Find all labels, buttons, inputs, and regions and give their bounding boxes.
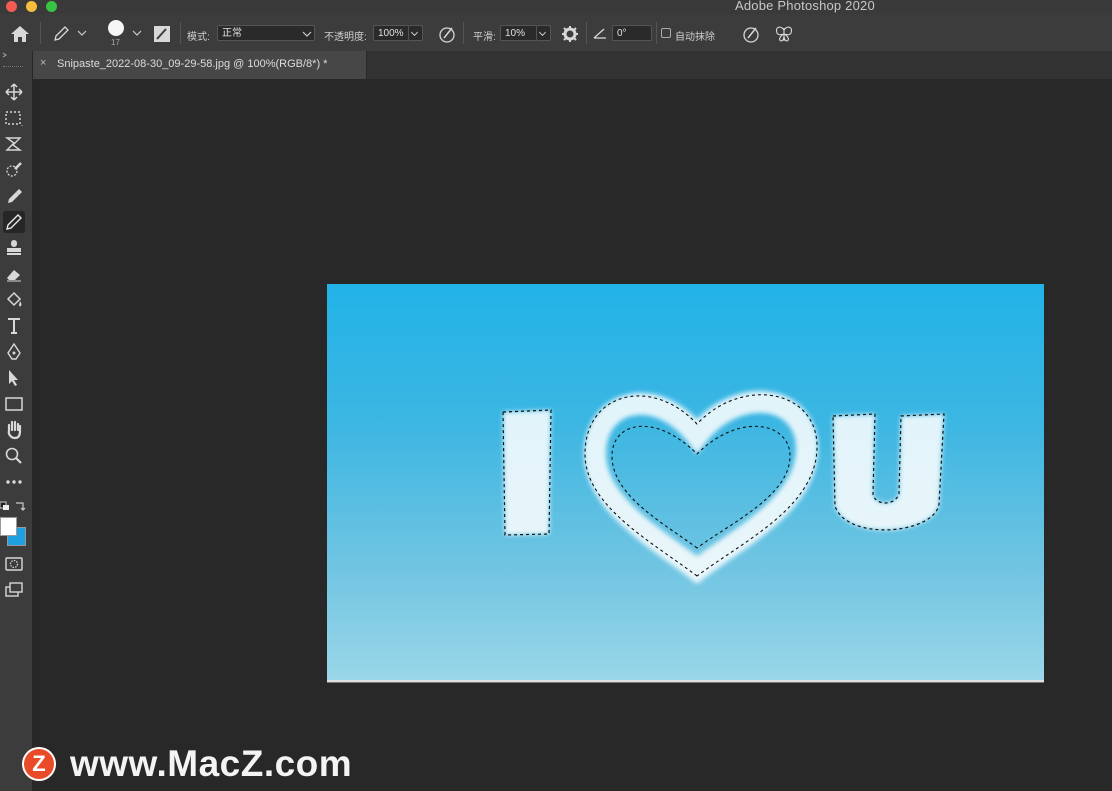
maximize-window-button[interactable] [46,1,57,12]
chevron-down-icon[interactable] [77,29,87,37]
screen-mode-icon[interactable] [3,579,25,601]
swap-colors-icon[interactable] [14,500,26,512]
mode-select[interactable]: 正常 [217,25,315,41]
type-tool-icon[interactable] [3,315,25,337]
eraser-tool-icon[interactable] [3,263,25,285]
panel-collapse-icon[interactable] [2,52,10,58]
cloud-artwork [502,390,945,584]
smoothing-input[interactable]: 10% [500,25,537,41]
tab-label: Snipaste_2022-08-30_09-29-58.jpg @ 100%(… [57,58,328,70]
chevron-down-icon [302,31,312,37]
smoothing-label: 平滑: [473,32,496,43]
brush-settings-icon[interactable] [152,24,172,44]
watermark-text: www.MacZ.com [70,743,353,784]
hand-tool-icon[interactable] [3,419,25,441]
panel-grip[interactable] [3,66,23,69]
zoom-tool-icon[interactable] [3,445,25,467]
close-window-button[interactable] [6,1,17,12]
auto-erase-label: 自动抹除 [675,32,715,43]
pressure-size-icon[interactable] [741,24,761,44]
separator [463,22,464,44]
document-tab-bar: × Snipaste_2022-08-30_09-29-58.jpg @ 100… [33,51,1112,79]
watermark: Z www.MacZ.com [22,743,353,784]
auto-erase-checkbox[interactable] [661,28,671,38]
quick-mask-icon[interactable] [3,553,25,575]
eyedropper-tool-icon[interactable] [3,185,25,207]
document-image[interactable] [327,284,1044,680]
quick-select-tool-icon[interactable] [3,159,25,181]
minimize-window-button[interactable] [26,1,37,12]
paint-bucket-tool-icon[interactable] [3,289,25,311]
canvas-edge [327,680,1044,683]
gear-icon[interactable] [560,24,580,44]
symmetry-butterfly-icon[interactable] [774,24,794,44]
marquee-tool-icon[interactable] [3,107,25,129]
brush-size-swatch-icon[interactable] [106,19,126,39]
chevron-down-icon[interactable] [132,29,142,37]
path-select-tool-icon[interactable] [3,367,25,389]
separator [180,22,181,44]
move-tool-icon[interactable] [3,81,25,103]
cloud-letter-i [502,409,552,536]
separator [586,22,587,44]
pressure-opacity-icon[interactable] [437,24,457,44]
brush-size-value: 17 [111,38,120,47]
separator [40,22,41,44]
pencil-preset-icon[interactable] [52,25,72,43]
mode-label: 模式: [187,32,210,43]
opacity-dropdown[interactable] [409,25,423,41]
angle-icon [593,28,606,39]
more-tools-icon[interactable] [3,471,25,493]
tab-close-button[interactable]: × [40,57,46,69]
smoothing-dropdown[interactable] [537,25,551,41]
angle-input[interactable]: 0° [612,25,652,41]
opacity-label: 不透明度: [324,32,367,43]
opacity-input[interactable]: 100% [373,25,409,41]
foreground-color-swatch[interactable] [0,517,17,536]
document-tab[interactable]: × Snipaste_2022-08-30_09-29-58.jpg @ 100… [33,51,367,79]
watermark-logo: Z [22,747,56,781]
cloud-letter-u [832,413,945,531]
lasso-tool-icon[interactable] [3,133,25,155]
rectangle-tool-icon[interactable] [3,393,25,415]
stamp-tool-icon[interactable] [3,237,25,259]
cloud-heart [583,390,819,584]
app-title: Adobe Photoshop 2020 [735,0,875,13]
home-icon[interactable] [10,25,30,43]
separator [656,22,657,44]
default-colors-icon[interactable] [0,500,10,510]
pen-tool-icon[interactable] [3,341,25,363]
title-bar: Adobe Photoshop 2020 [0,0,1112,14]
pencil-tool-icon[interactable] [3,211,25,233]
